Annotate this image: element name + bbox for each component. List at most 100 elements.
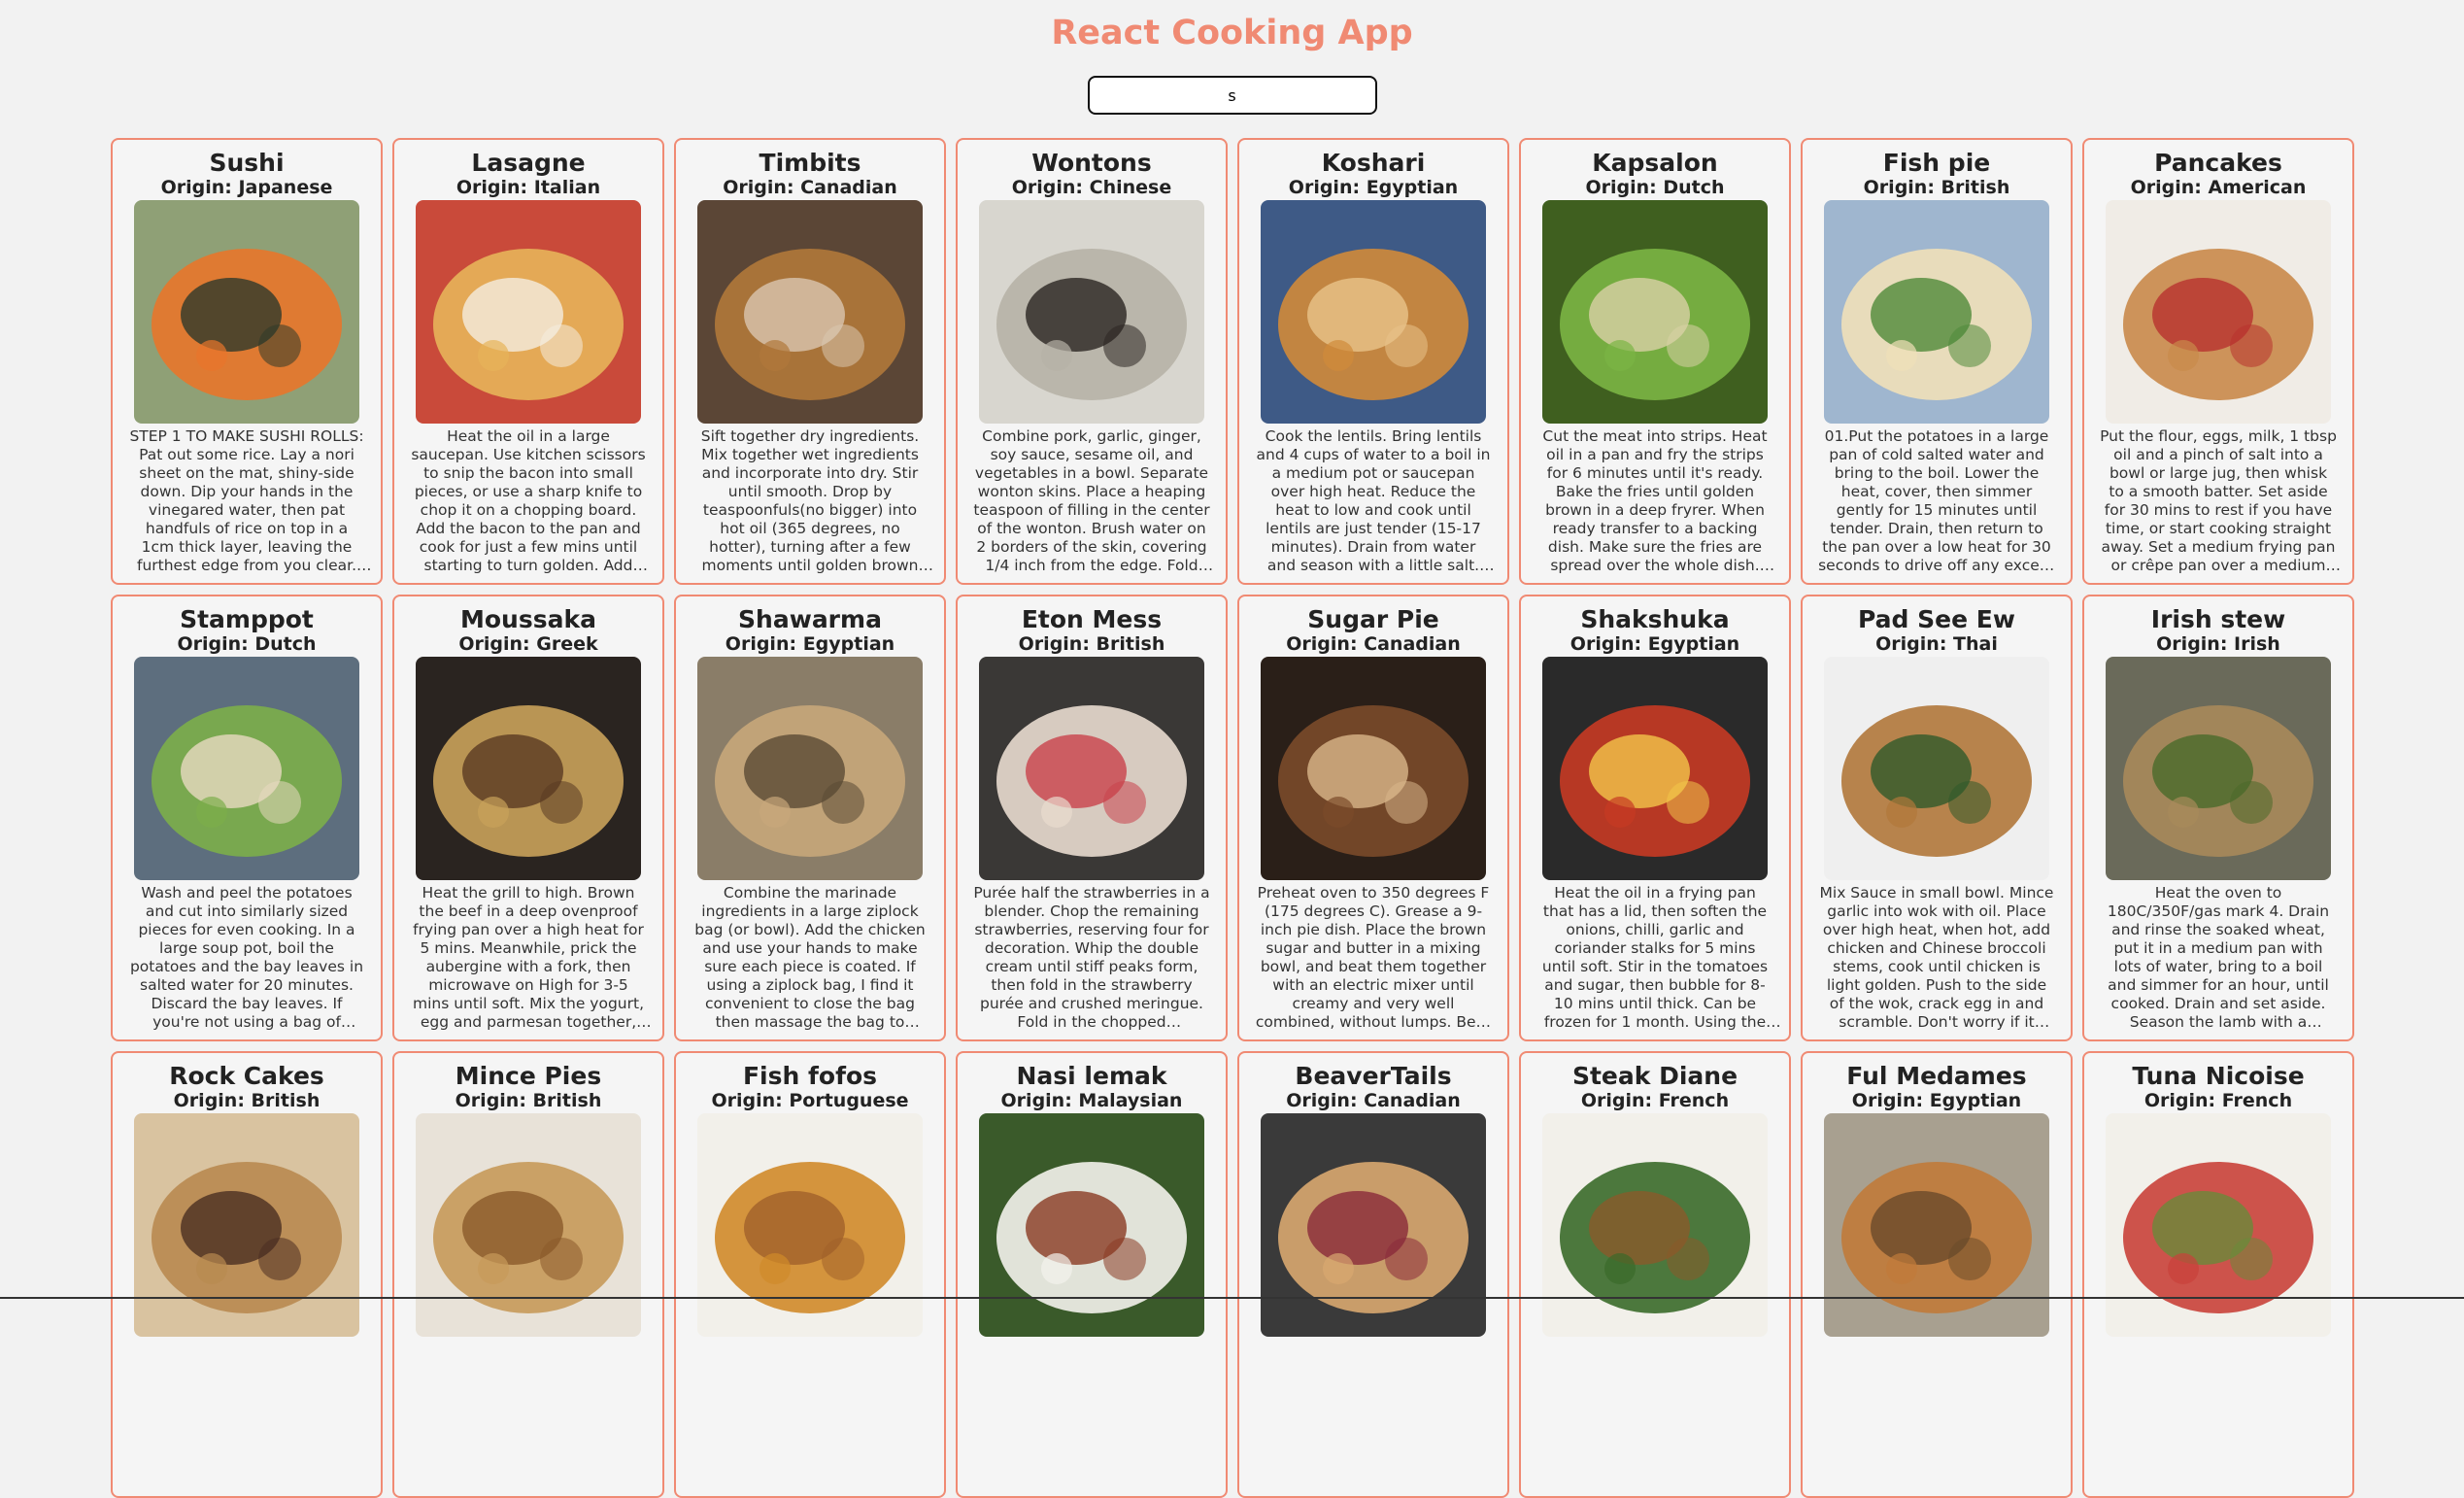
origin-value: Italian [533, 177, 601, 198]
recipe-description: Mix Sauce in small bowl. Mince garlic in… [1819, 884, 2054, 1031]
shawarma-image[interactable] [697, 657, 923, 880]
recipe-name: Shakshuka [1580, 605, 1730, 633]
recipe-card[interactable]: Fish pie Origin: British 01.Put the potato… [1801, 138, 2073, 585]
recipe-card[interactable]: Eton Mess Origin: British Purée half the s… [956, 595, 1228, 1041]
tuna-nicoise-image[interactable] [2106, 1113, 2331, 1337]
recipe-name: Fish fofos [742, 1062, 877, 1090]
recipe-description: Heat the grill to high. Brown the beef i… [412, 884, 644, 1031]
recipe-card[interactable]: Moussaka Origin: Greek Heat the grill to h… [392, 595, 664, 1041]
recipe-description [676, 1341, 944, 1488]
recipe-card[interactable]: Pancakes Origin: American Put the flour, e… [2082, 138, 2354, 585]
recipe-card[interactable]: Mince Pies Origin: British [392, 1051, 664, 1498]
recipe-card[interactable]: Sugar Pie Origin: Canadian Preheat oven to… [1237, 595, 1509, 1041]
wontons-image[interactable] [979, 200, 1204, 424]
timbits-image[interactable] [697, 200, 923, 424]
origin-value: Egyptian [1929, 1090, 2022, 1111]
recipe-card[interactable]: Shawarma Origin: Egyptian Combine the mari… [674, 595, 946, 1041]
recipe-card[interactable]: Steak Diane Origin: French [1519, 1051, 1791, 1498]
recipe-card[interactable]: Shakshuka Origin: Egyptian Heat the oil in… [1519, 595, 1791, 1041]
recipe-card[interactable]: Rock Cakes Origin: British [111, 1051, 383, 1498]
pancakes-image[interactable] [2106, 200, 2331, 424]
recipe-card[interactable]: Koshari Origin: Egyptian Cook the lentils.… [1237, 138, 1509, 585]
recipe-name: Sushi [209, 149, 285, 177]
origin-label: Origin: [1286, 1090, 1365, 1111]
origin-value: Canadian [1364, 1090, 1461, 1111]
eton-mess-image[interactable] [979, 657, 1204, 880]
origin-label: Origin: [1000, 1090, 1079, 1111]
origin-value: Japanese [238, 177, 333, 198]
origin-value: French [2221, 1090, 2293, 1111]
recipe-card[interactable]: Nasi lemak Origin: Malaysian [956, 1051, 1228, 1498]
fish-pie-image[interactable] [1824, 200, 2049, 424]
steak-diane-image[interactable] [1542, 1113, 1768, 1337]
recipe-card[interactable]: BeaverTails Origin: Canadian [1237, 1051, 1509, 1498]
origin-label: Origin: [456, 177, 534, 198]
origin-value: Portuguese [789, 1090, 909, 1111]
origin-value: Egyptian [1366, 177, 1459, 198]
recipe-origin: Origin: Portuguese [676, 1090, 944, 1111]
recipe-card[interactable]: Sushi Origin: Japanese STEP 1 TO MAKE SUSH… [111, 138, 383, 585]
recipe-description: STEP 1 TO MAKE SUSHI ROLLS: Pat out some… [129, 427, 364, 574]
origin-value: Canadian [1364, 633, 1461, 655]
recipe-card[interactable]: Timbits Origin: Canadian Sift together dry… [674, 138, 946, 585]
recipe-name: Pad See Ew [1858, 605, 2015, 633]
fish-fofos-image[interactable] [697, 1113, 923, 1337]
origin-value: Chinese [1089, 177, 1172, 198]
recipe-card[interactable]: Pad See Ew Origin: Thai Mix Sauce in small… [1801, 595, 2073, 1041]
origin-label: Origin: [2130, 177, 2209, 198]
page-title: React Cooking App [1051, 14, 1413, 52]
recipe-origin: Origin: Chinese [958, 177, 1226, 198]
recipe-card[interactable]: Ful Medames Origin: Egyptian [1801, 1051, 2073, 1498]
beavertails-image[interactable] [1261, 1113, 1486, 1337]
origin-label: Origin: [1570, 633, 1648, 655]
recipe-origin: Origin: Dutch [1521, 177, 1789, 198]
origin-value: Dutch [1663, 177, 1725, 198]
lasagne-image[interactable] [416, 200, 641, 424]
rock-cakes-image[interactable] [134, 1113, 359, 1337]
origin-value: Malaysian [1078, 1090, 1183, 1111]
recipe-name: Ful Medames [1846, 1062, 2027, 1090]
recipe-card[interactable]: Irish stew Origin: Irish Heat the oven to … [2082, 595, 2354, 1041]
irish-stew-image[interactable] [2106, 657, 2331, 880]
origin-label: Origin: [160, 177, 239, 198]
recipe-card[interactable]: Lasagne Origin: Italian Heat the oil in a … [392, 138, 664, 585]
recipe-description: Cut the meat into strips. Heat oil in a … [1542, 427, 1768, 574]
kapsalon-image[interactable] [1542, 200, 1768, 424]
recipe-origin: Origin: French [1521, 1090, 1789, 1111]
recipe-card[interactable]: Wontons Origin: Chinese Combine pork, garl… [956, 138, 1228, 585]
recipe-description [2084, 1341, 2352, 1488]
origin-label: Origin: [1863, 177, 1941, 198]
recipe-card[interactable]: Stamppot Origin: Dutch Wash and peel the p… [111, 595, 383, 1041]
recipe-name: Pancakes [2154, 149, 2282, 177]
recipe-origin: Origin: British [113, 1090, 381, 1111]
recipe-name: Fish pie [1882, 149, 1991, 177]
origin-value: Dutch [254, 633, 317, 655]
recipe-description: Sift together dry ingredients. Mix toget… [700, 427, 920, 574]
recipe-name: Kapsalon [1592, 149, 1718, 177]
origin-label: Origin: [2156, 633, 2235, 655]
recipe-card[interactable]: Tuna Nicoise Origin: French [2082, 1051, 2354, 1498]
recipe-origin: Origin: British [958, 633, 1226, 655]
origin-label: Origin: [723, 177, 801, 198]
recipe-origin: Origin: British [394, 1090, 662, 1111]
nasi-lemak-image[interactable] [979, 1113, 1204, 1337]
recipe-name: BeaverTails [1295, 1062, 1452, 1090]
koshari-image[interactable] [1261, 200, 1486, 424]
recipe-origin: Origin: Egyptian [1521, 633, 1789, 655]
mince-pies-image[interactable] [416, 1113, 641, 1337]
recipe-card[interactable]: Fish fofos Origin: Portuguese [674, 1051, 946, 1498]
stamppot-image[interactable] [134, 657, 359, 880]
recipe-origin: Origin: Canadian [1239, 1090, 1507, 1111]
ful-medames-image[interactable] [1824, 1113, 2049, 1337]
recipe-name: Sugar Pie [1307, 605, 1439, 633]
pad-see-ew-image[interactable] [1824, 657, 2049, 880]
origin-label: Origin: [1286, 633, 1365, 655]
moussaka-image[interactable] [416, 657, 641, 880]
recipe-card[interactable]: Kapsalon Origin: Dutch Cut the meat into s… [1519, 138, 1791, 585]
search-input[interactable] [1087, 76, 1377, 115]
origin-label: Origin: [458, 633, 537, 655]
origin-label: Origin: [711, 1090, 790, 1111]
shakshuka-image[interactable] [1542, 657, 1768, 880]
sugar-pie-image[interactable] [1261, 657, 1486, 880]
sushi-image[interactable] [134, 200, 359, 424]
